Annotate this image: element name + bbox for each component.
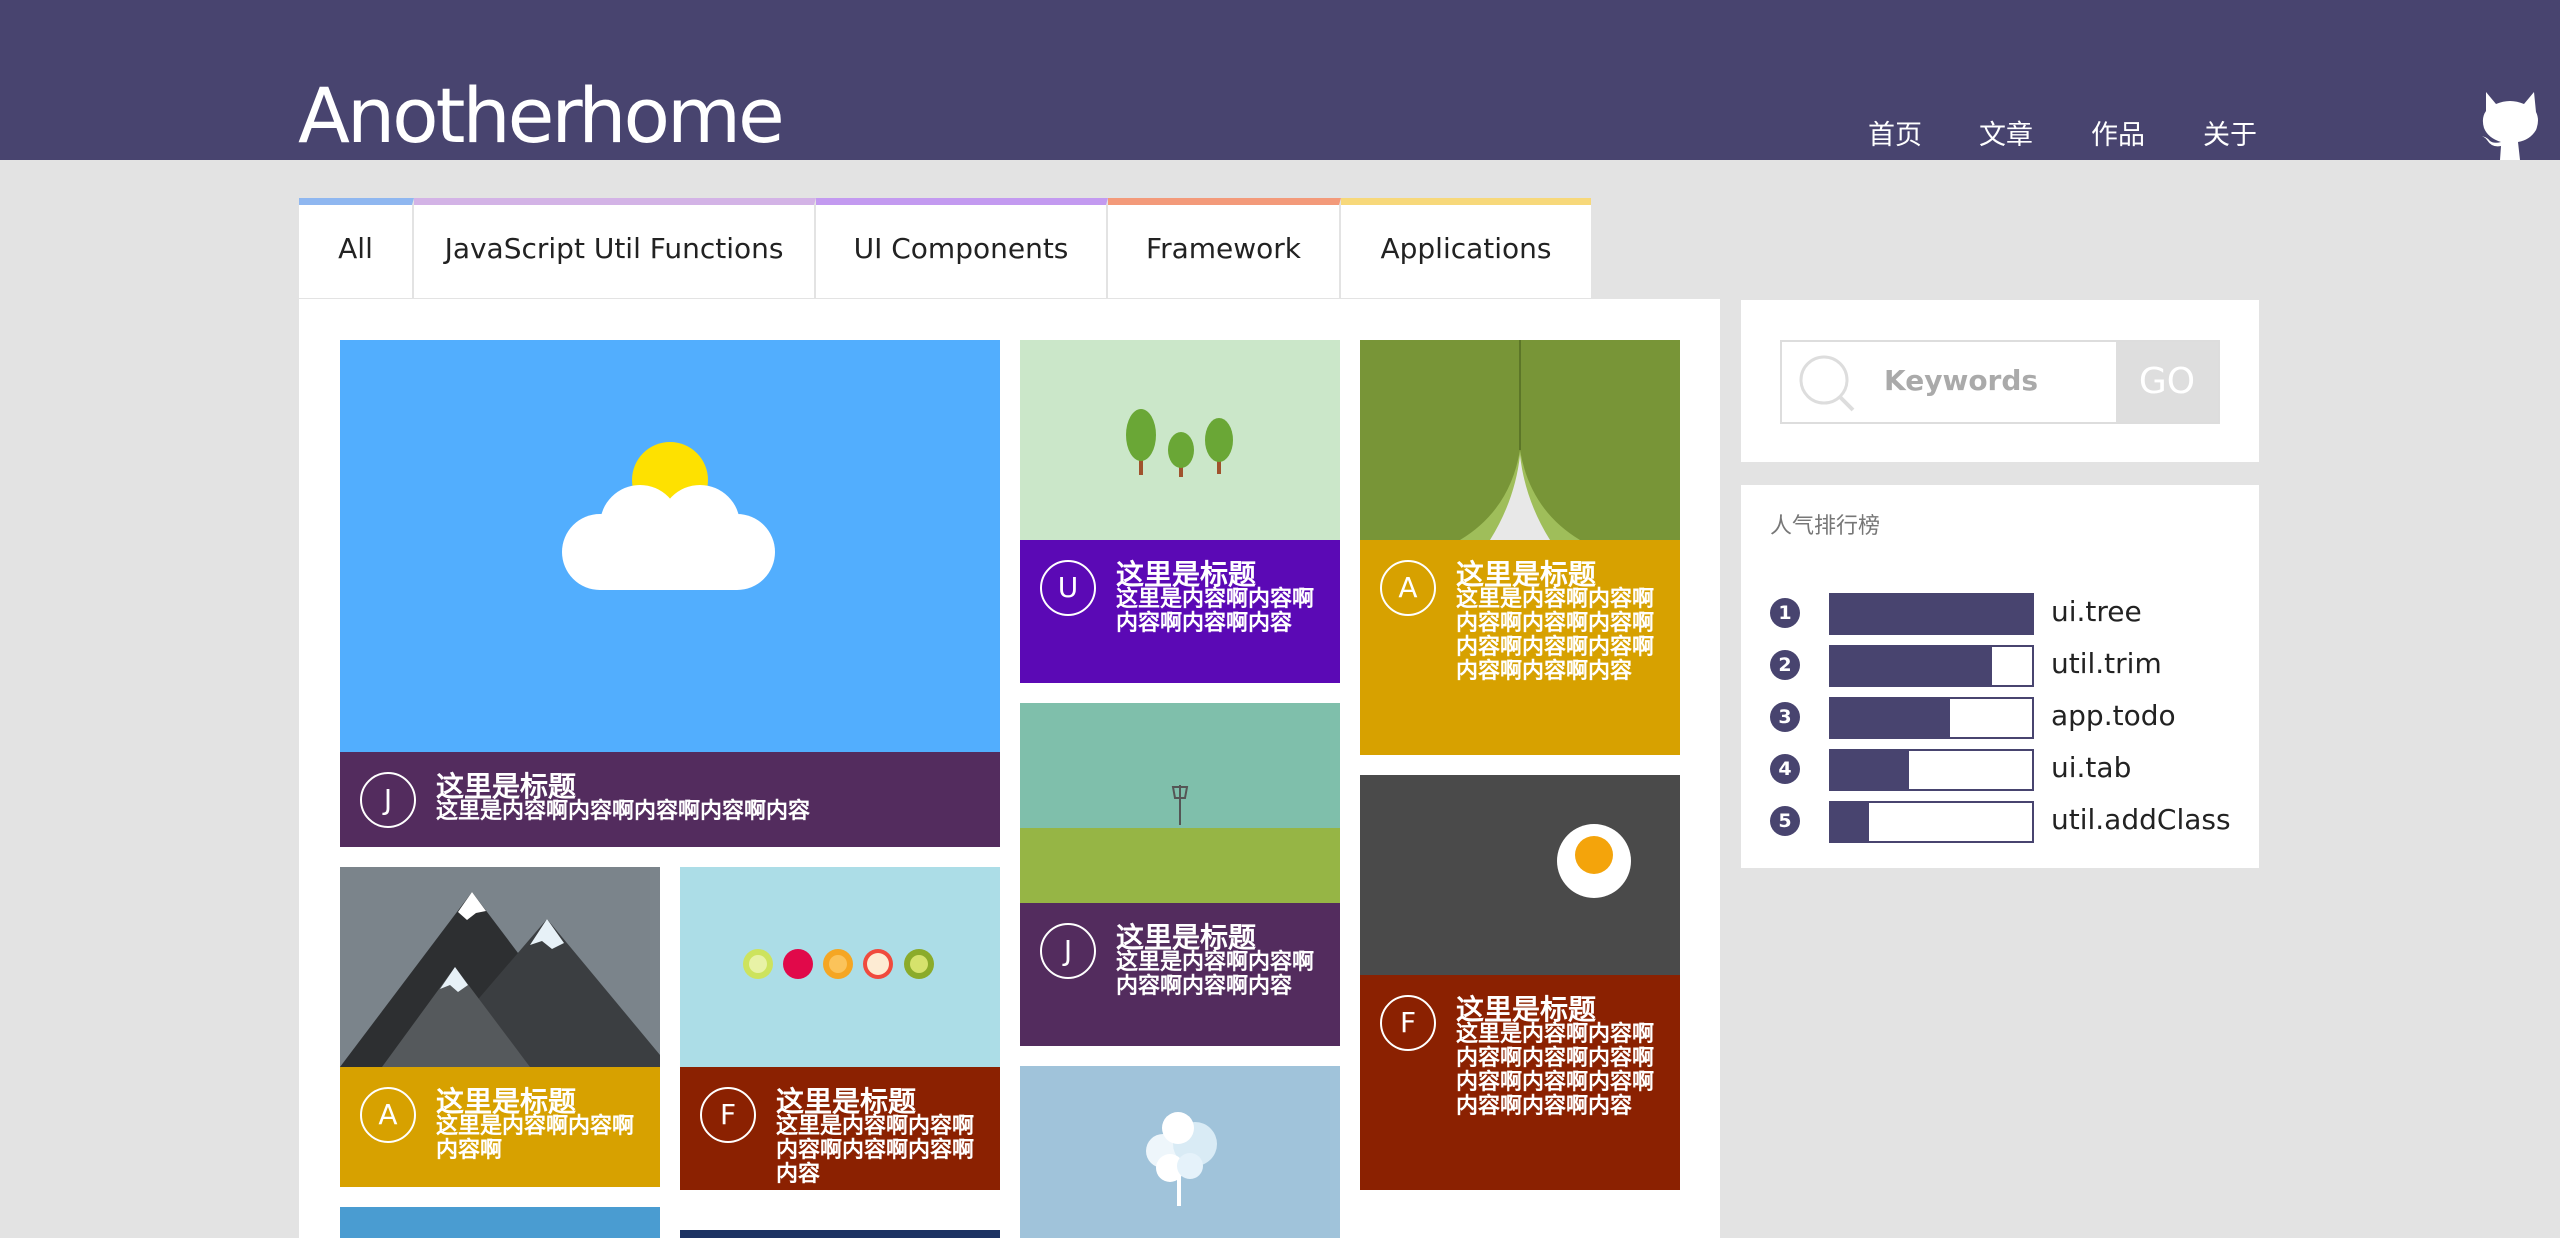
rank-label: app.todo: [2051, 699, 2176, 732]
rank-bar: [1829, 801, 2034, 843]
trees-icon: [1020, 340, 1340, 540]
rank-bar: [1829, 749, 2034, 791]
fruits-icon: [680, 867, 1000, 1067]
mountains-icon: [340, 867, 660, 1067]
avatar: F: [1380, 995, 1436, 1051]
tab-applications[interactable]: Applications: [1341, 198, 1591, 298]
card-text: 这里是内容啊内容啊内容啊内容啊内容: [1116, 587, 1315, 636]
nav-home[interactable]: 首页: [1868, 118, 1922, 154]
search-icon: [1799, 355, 1855, 412]
rank-label: util.addClass: [2051, 803, 2231, 836]
work-card[interactable]: A 这里是标题 这里是内容啊内容啊内容啊: [340, 867, 660, 1187]
egg-icon: [1360, 775, 1680, 975]
rank-number: 2: [1770, 650, 1800, 680]
card-title: 这里是标题: [776, 1085, 917, 1118]
curtain-icon: [1360, 340, 1680, 540]
search-box[interactable]: Keywords GO: [1780, 340, 2220, 424]
rank-bar: [1829, 645, 2034, 687]
work-card[interactable]: J 这里是标题 这里是内容啊内容啊内容啊内容啊内容: [340, 340, 1000, 847]
cloud-sun-icon: [340, 340, 1000, 752]
card-title: 这里是标题: [1116, 921, 1257, 954]
tab-javascript-util[interactable]: JavaScript Util Functions: [414, 198, 816, 298]
tab-ui-components[interactable]: UI Components: [816, 198, 1108, 298]
avatar: U: [1040, 560, 1096, 616]
search-panel: Keywords GO: [1741, 300, 2259, 462]
avatar: A: [360, 1087, 416, 1143]
github-icon[interactable]: [2478, 84, 2542, 160]
tab-all[interactable]: All: [299, 198, 414, 298]
rank-number: 4: [1770, 754, 1800, 784]
ranking-item[interactable]: 4 ui.tab: [1770, 745, 2250, 791]
work-card[interactable]: F 这里是标题 这里是内容啊内容啊内容啊内容啊内容啊内容: [680, 867, 1000, 1190]
go-button[interactable]: GO: [2116, 342, 2218, 422]
header-bar: Anotherhome 首页 文章 作品 关于: [0, 0, 2560, 160]
rank-number: 5: [1770, 806, 1800, 836]
avatar: J: [1040, 923, 1096, 979]
card-title: 这里是标题: [436, 770, 577, 803]
works-grid: J 这里是标题 这里是内容啊内容啊内容啊内容啊内容 U 这里是标题 这里是内容啊…: [299, 299, 1720, 1238]
rank-bar: [1829, 697, 2034, 739]
card-text: 这里是内容啊内容啊内容啊内容啊内容: [436, 799, 811, 824]
rank-number: 3: [1770, 702, 1800, 732]
nav-works[interactable]: 作品: [2091, 118, 2145, 154]
card-text: 这里是内容啊内容啊内容啊: [436, 1114, 635, 1163]
avatar: A: [1380, 560, 1436, 616]
rank-bar: [1829, 593, 2034, 635]
card-title: 这里是标题: [1456, 558, 1597, 591]
ranking-item[interactable]: 2 util.trim: [1770, 641, 2250, 687]
card-title: 这里是标题: [1116, 558, 1257, 591]
ranking-item[interactable]: 5 util.addClass: [1770, 797, 2250, 843]
work-card[interactable]: [680, 1230, 1000, 1238]
nav-articles[interactable]: 文章: [1979, 118, 2033, 154]
work-card[interactable]: A 这里是标题 这里是内容啊内容啊内容啊内容啊内容啊内容啊内容啊内容啊内容啊内容…: [1360, 340, 1680, 755]
avatar: F: [700, 1087, 756, 1143]
card-text: 这里是内容啊内容啊内容啊内容啊内容啊内容啊内容啊内容啊内容啊内容啊内容: [1456, 587, 1655, 684]
avatar: J: [360, 772, 416, 828]
snow-tree-icon: [1020, 1066, 1340, 1238]
work-card[interactable]: U 这里是标题 这里是内容啊内容啊内容啊内容啊内容: [1020, 340, 1340, 683]
rank-label: util.trim: [2051, 647, 2162, 680]
site-logo[interactable]: Anotherhome: [298, 66, 785, 166]
ranking-item[interactable]: 1 ui.tree: [1770, 589, 2250, 635]
work-card[interactable]: [1020, 1066, 1340, 1238]
work-card[interactable]: J 这里是标题 这里是内容啊内容啊内容啊内容啊内容: [1020, 703, 1340, 1046]
work-card[interactable]: F 这里是标题 这里是内容啊内容啊内容啊内容啊内容啊内容啊内容啊内容啊内容啊内容…: [1360, 775, 1680, 1190]
nav-about[interactable]: 关于: [2203, 118, 2257, 154]
ranking-item[interactable]: 3 app.todo: [1770, 693, 2250, 739]
card-text: 这里是内容啊内容啊内容啊内容啊内容啊内容啊内容啊内容啊内容啊内容啊内容: [1456, 1022, 1655, 1119]
rank-number: 1: [1770, 598, 1800, 628]
card-text: 这里是内容啊内容啊内容啊内容啊内容啊内容: [776, 1114, 975, 1187]
search-input[interactable]: Keywords: [1884, 364, 2038, 397]
field-sign-icon: [1020, 703, 1340, 903]
work-card[interactable]: [340, 1207, 660, 1238]
tab-framework[interactable]: Framework: [1108, 198, 1341, 298]
rank-label: ui.tab: [2051, 751, 2132, 784]
card-text: 这里是内容啊内容啊内容啊内容啊内容: [1116, 950, 1315, 999]
rank-label: ui.tree: [2051, 595, 2142, 628]
card-title: 这里是标题: [436, 1085, 577, 1118]
card-title: 这里是标题: [1456, 993, 1597, 1026]
ranking-title: 人气排行榜: [1770, 514, 1881, 539]
ranking-panel: 人气排行榜 1 ui.tree 2 util.trim 3 app.todo 4…: [1741, 485, 2259, 868]
